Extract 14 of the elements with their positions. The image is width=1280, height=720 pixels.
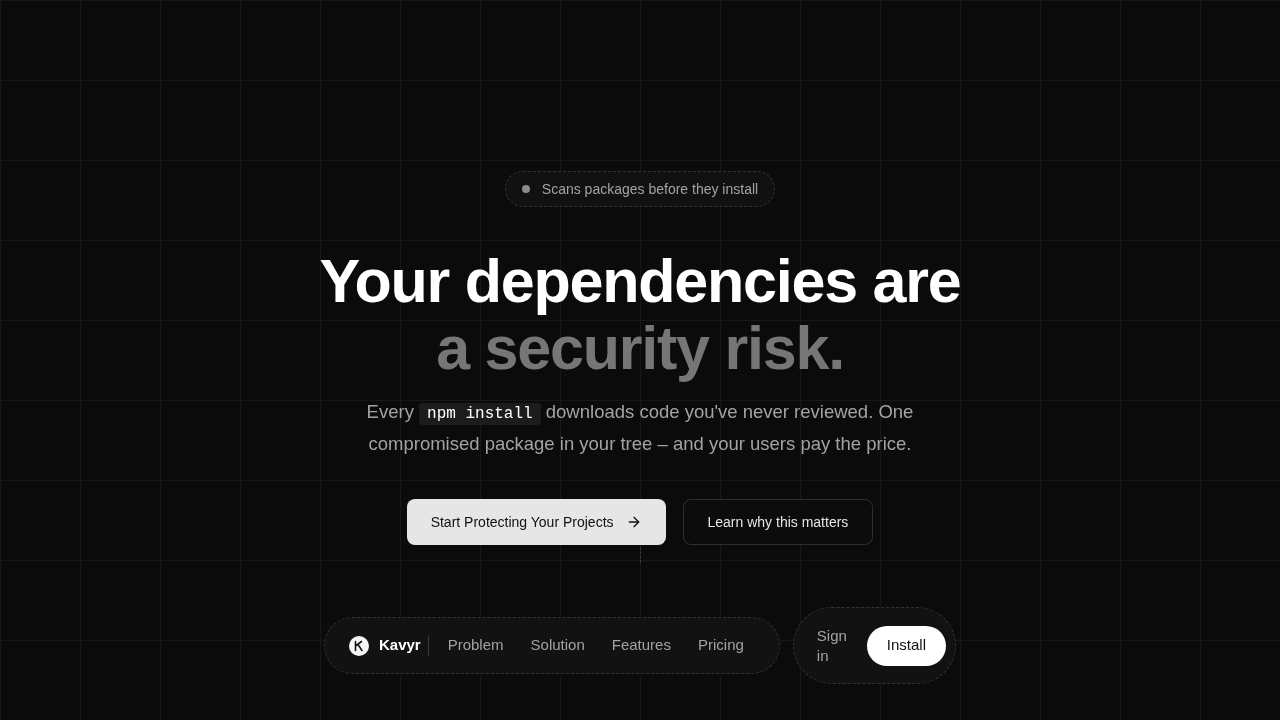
install-button[interactable]: Install	[866, 625, 946, 666]
nav-link[interactable]: Solution	[523, 630, 592, 661]
primary-button[interactable]: Start Protecting Your Projects	[406, 499, 666, 545]
logo-icon	[349, 635, 369, 656]
hero-description: Every npm install downloads code you've never reviewed. One compromised package in your tree – and your users pay the price.	[365, 400, 915, 456]
badge-text: Scans packages before they install	[541, 179, 759, 199]
nav-link[interactable]: Pricing	[690, 630, 751, 661]
sign-in-link[interactable]: Sign in	[816, 625, 851, 666]
headline-highlight: a security risk.	[436, 315, 844, 382]
nav-link[interactable]: Problem	[440, 630, 511, 661]
nav-link[interactable]: Features	[604, 630, 678, 661]
secondary-button[interactable]: Learn why this matters	[682, 499, 874, 545]
headline: Your dependencies are	[319, 248, 961, 315]
brand-name[interactable]: Kavyr	[379, 634, 421, 657]
